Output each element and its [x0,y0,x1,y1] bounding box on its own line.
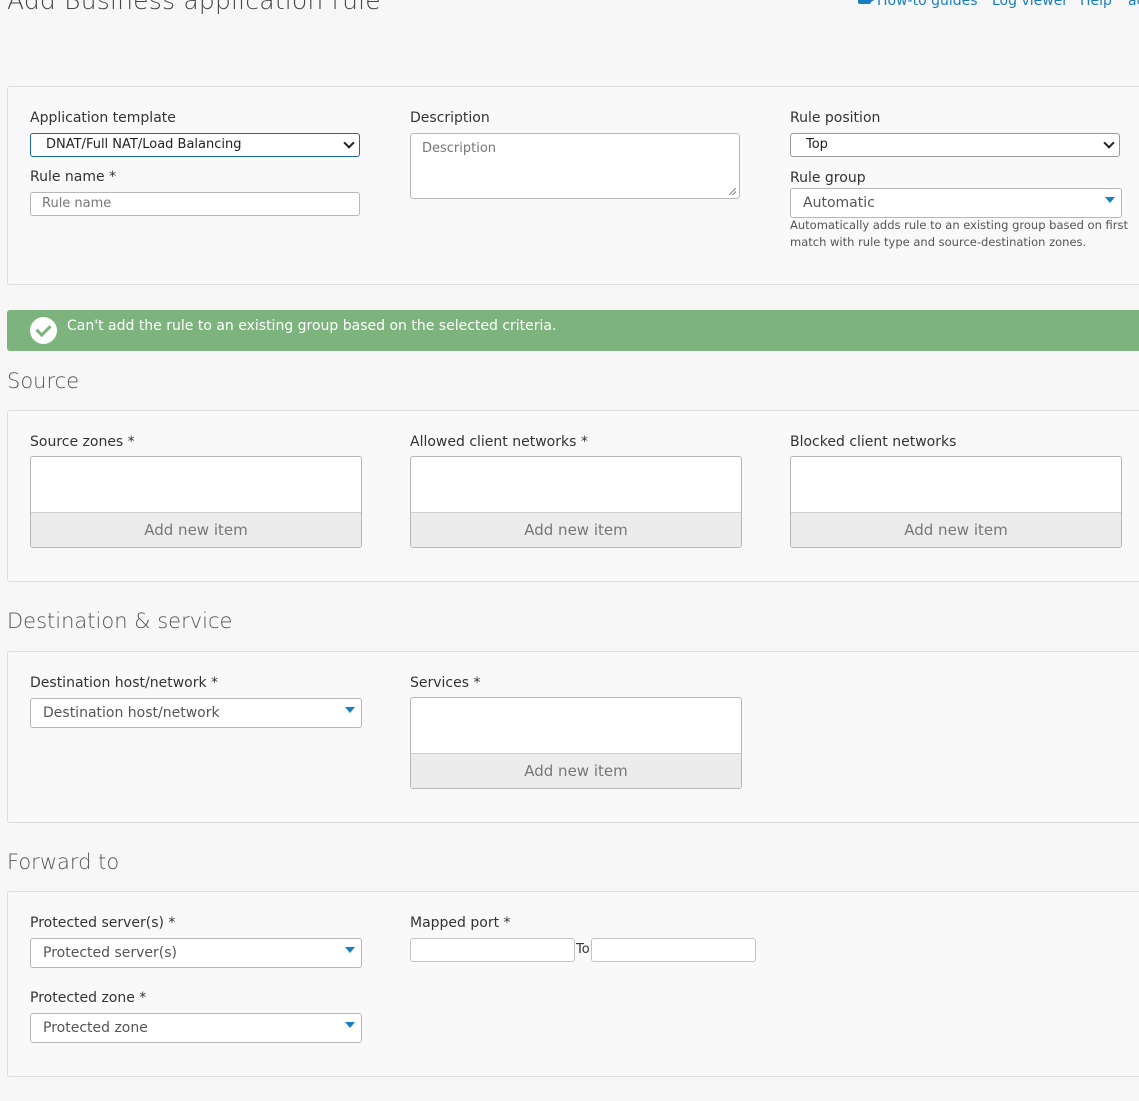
app-template-label: Application template [30,110,176,126]
protected-zone-label: Protected zone * [30,990,147,1006]
services-label: Services * [410,675,481,691]
rule-name-placeholder: Rule name [42,196,112,211]
destination-host-label: Destination host/network * [30,675,219,691]
protected-zone-placeholder: Protected zone [43,1020,148,1036]
protected-zone-select[interactable]: Protected zone [30,1013,362,1043]
blocked-networks-label: Blocked client networks [790,434,957,450]
destination-host-select[interactable]: Destination host/network [30,698,362,728]
description-textarea[interactable]: Description [410,133,740,199]
chevron-down-icon [343,137,355,149]
rule-position-value: Top [806,137,828,152]
log-viewer-link[interactable]: Log viewer [992,0,1068,9]
rule-position-label: Rule position [790,110,881,126]
app-template-value: DNAT/Full NAT/Load Balancing [46,137,242,152]
protected-servers-label: Protected server(s) * [30,915,176,931]
resize-grip-icon[interactable] [729,188,736,195]
source-section-title: Source [7,369,80,393]
description-label: Description [410,110,490,126]
general-panel: Application template DNAT/Full NAT/Load … [7,86,1139,285]
rule-group-label: Rule group [790,170,866,186]
caret-down-icon [345,947,355,953]
howto-link[interactable]: How-to guides [858,0,978,9]
app-template-select[interactable]: DNAT/Full NAT/Load Balancing [30,133,360,157]
status-banner: Can't add the rule to an existing group … [7,310,1139,351]
rule-name-input[interactable]: Rule name [30,192,360,216]
destination-panel: Destination host/network * Destination h… [7,651,1139,823]
video-camera-icon [858,0,876,4]
add-blocked-network-button[interactable]: Add new item [791,512,1121,547]
mapped-port-label: Mapped port * [410,915,511,931]
description-placeholder: Description [422,141,497,156]
source-zones-list[interactable]: Add new item [30,456,362,548]
blocked-networks-list[interactable]: Add new item [790,456,1122,548]
mapped-port-from-input[interactable] [410,938,575,962]
add-allowed-network-button[interactable]: Add new item [411,512,741,547]
rule-group-select[interactable]: Automatic [790,188,1122,218]
forward-panel: Protected server(s) * Protected server(s… [7,891,1139,1077]
source-panel: Source zones * Add new item Allowed clie… [7,410,1139,582]
mapped-port-to-input[interactable] [591,938,756,962]
source-zones-label: Source zones * [30,434,135,450]
allowed-networks-list[interactable]: Add new item [410,456,742,548]
forward-section-title: Forward to [7,850,120,874]
page-title: Add Business application rule [7,0,381,15]
rule-group-value: Automatic [803,195,875,211]
chevron-down-icon [1103,137,1115,149]
caret-down-icon [345,707,355,713]
account-link[interactable]: ad [1128,0,1139,9]
destination-host-placeholder: Destination host/network [43,705,220,721]
help-link[interactable]: Help [1080,0,1112,9]
rule-name-label: Rule name * [30,169,117,185]
caret-down-icon [1105,197,1115,203]
services-list[interactable]: Add new item [410,697,742,789]
rule-group-help: Automatically adds rule to an existing g… [790,218,1128,249]
banner-message: Can't add the rule to an existing group … [67,318,557,334]
allowed-networks-label: Allowed client networks * [410,434,588,450]
mapped-port-to-label: To [576,942,590,957]
rule-position-select[interactable]: Top [790,133,1120,157]
caret-down-icon [345,1022,355,1028]
protected-servers-placeholder: Protected server(s) [43,945,177,961]
add-source-zone-button[interactable]: Add new item [31,512,361,547]
add-service-button[interactable]: Add new item [411,753,741,788]
protected-servers-select[interactable]: Protected server(s) [30,938,362,968]
destination-section-title: Destination & service [7,609,233,633]
check-circle-icon [30,317,57,344]
